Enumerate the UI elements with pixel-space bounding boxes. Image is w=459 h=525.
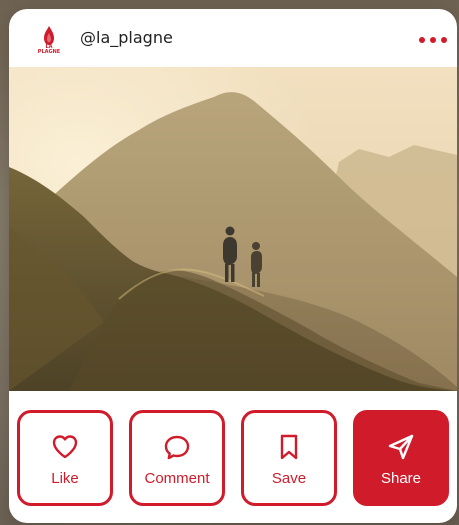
- share-label: Share: [380, 470, 422, 487]
- heart-icon: [52, 435, 78, 459]
- more-dot: [419, 37, 425, 43]
- comment-label: Comment: [144, 470, 210, 487]
- action-bar: Like Comment Save Share: [9, 391, 457, 523]
- save-button[interactable]: Save: [241, 410, 337, 506]
- like-label: Like: [51, 470, 79, 487]
- more-dots-icon[interactable]: [419, 37, 447, 43]
- more-dot: [441, 37, 447, 43]
- more-dot: [430, 37, 436, 43]
- mountain-photo: [9, 67, 457, 391]
- logo-wordmark: LA PLAGNE: [37, 44, 61, 55]
- comment-icon: [164, 435, 190, 460]
- account-handle[interactable]: @la_plagne: [80, 27, 173, 49]
- post-header: LA PLAGNE @la_plagne: [9, 9, 457, 67]
- comment-button[interactable]: Comment: [129, 410, 225, 506]
- bookmark-icon: [280, 434, 298, 460]
- brand-logo[interactable]: LA PLAGNE: [36, 25, 62, 55]
- like-button[interactable]: Like: [17, 410, 113, 506]
- send-icon: [388, 434, 414, 460]
- save-label: Save: [271, 470, 307, 487]
- post-card: LA PLAGNE @la_plagne Like Comment Save S…: [9, 9, 457, 523]
- app-frame: LA PLAGNE @la_plagne Like Comment Save S…: [0, 0, 459, 525]
- share-button[interactable]: Share: [353, 410, 449, 506]
- post-photo: [9, 67, 457, 391]
